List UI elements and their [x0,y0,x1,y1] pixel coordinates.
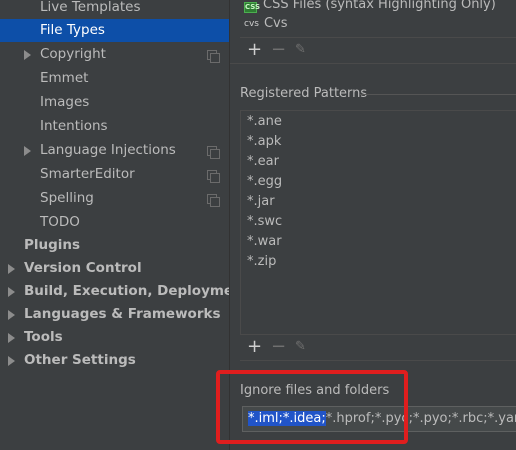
pattern-item[interactable]: *.zip [247,252,276,272]
pattern-item[interactable]: *.swc [247,212,282,232]
sidebar-item-images[interactable]: Images [0,91,229,114]
sidebar-item-plugins[interactable]: Plugins [0,234,229,257]
sidebar-item-label: TODO [40,214,80,230]
pattern-item[interactable]: *.jar [247,192,275,212]
remove-pattern-button[interactable]: − [271,335,286,359]
sidebar-item-label: Live Templates [40,0,141,15]
sidebar-item-label: SmarterEditor [40,166,135,182]
sidebar-item-label: Version Control [24,260,142,276]
sidebar-item-label: Other Settings [24,352,136,368]
sidebar-item-other-settings[interactable]: Other Settings [0,349,229,372]
sidebar-item-label: Emmet [40,70,89,86]
expand-arrow-icon[interactable] [24,50,31,60]
file-types-list: CSS CSS Files (syntax Highlighting Only) … [240,0,516,38]
pattern-item[interactable]: *.ane [247,112,282,132]
section-separator [360,94,516,95]
expand-arrow-icon[interactable] [8,310,15,320]
divider [230,63,516,64]
divider [240,360,516,361]
expand-arrow-icon[interactable] [24,146,31,156]
pattern-item[interactable]: *.egg [247,172,282,192]
sidebar-item-live-templates[interactable]: Live Templates [0,0,229,19]
sidebar-item-label: Intentions [40,118,108,134]
project-settings-icon [207,50,220,63]
expand-arrow-icon[interactable] [8,264,15,274]
sidebar-item-label: Tools [24,329,63,345]
expand-arrow-icon[interactable] [8,287,15,297]
sidebar-item-tools[interactable]: Tools [0,326,229,349]
pattern-item[interactable]: *.apk [247,132,281,152]
file-type-label: CSS Files (syntax Highlighting Only) [263,0,496,12]
sidebar-item-version-control[interactable]: Version Control [0,257,229,280]
cvs-icon: cvs [244,19,259,29]
expand-arrow-icon[interactable] [8,333,15,343]
sidebar-item-label: Languages & Frameworks [24,306,221,322]
remove-file-type-button[interactable]: − [271,38,286,62]
settings-sidebar: Live Templates File Types Copyright Emmet Im… [0,0,249,450]
file-type-label: Cvs [263,16,288,31]
sidebar-item-smartereditor[interactable]: SmarterEditor [0,163,229,186]
patterns-toolbar: + − ✎ [247,335,347,359]
ignore-files-value: *.hprof;*.pyc;*.pyo;*.rbc;*.yarb;*~;.DS_… [325,411,516,426]
project-settings-icon [207,194,220,207]
sidebar-item-spelling[interactable]: Spelling [0,187,229,210]
sidebar-item-emmet[interactable]: Emmet [0,67,229,90]
sidebar-item-label: Build, Execution, Deployment [24,283,250,299]
file-type-item[interactable]: CSS CSS Files (syntax Highlighting Only) [244,0,496,14]
sidebar-item-todo[interactable]: TODO [0,211,229,234]
add-file-type-button[interactable]: + [247,38,262,62]
expand-arrow-icon[interactable] [8,356,15,366]
pattern-item[interactable]: *.war [247,232,282,252]
sidebar-item-label: Copyright [40,46,106,62]
sidebar-item-label: File Types [40,22,105,38]
sidebar-item-file-types[interactable]: File Types [0,19,229,42]
sidebar-item-language-injections[interactable]: Language Injections [0,139,229,162]
sidebar-item-label: Language Injections [40,142,176,158]
sidebar-item-label: Images [40,94,90,110]
file-types-toolbar: + − ✎ [247,38,347,62]
registered-patterns-title: Registered Patterns [240,86,368,101]
edit-file-type-button[interactable]: ✎ [295,38,306,62]
pattern-item[interactable]: *.ear [247,152,279,172]
css-icon: CSS [244,2,261,13]
sidebar-item-intentions[interactable]: Intentions [0,115,229,138]
sidebar-item-build-execution-deployment[interactable]: Build, Execution, Deployment [0,280,249,303]
sidebar-item-label: Spelling [40,190,94,206]
ignore-files-title: Ignore files and folders [240,383,390,398]
project-settings-icon [207,170,220,183]
sidebar-item-label: Plugins [24,237,81,253]
file-type-item[interactable]: cvs Cvs [244,15,288,33]
sidebar-item-languages-frameworks[interactable]: Languages & Frameworks [0,303,229,326]
project-settings-icon [207,146,220,159]
edit-pattern-button[interactable]: ✎ [295,335,306,359]
registered-patterns-list[interactable]: *.ane *.apk *.ear *.egg *.jar *.swc *.war *.zip [240,110,516,335]
file-types-panel: CSS CSS Files (syntax Highlighting Only) … [229,0,516,450]
sidebar-item-copyright[interactable]: Copyright [0,43,229,66]
selected-text: *.iml;*.idea; [248,411,326,426]
ignore-files-input[interactable]: *.iml;*.idea;*.hprof;*.pyc;*.pyo;*.rbc;*… [242,406,516,432]
add-pattern-button[interactable]: + [247,335,262,359]
